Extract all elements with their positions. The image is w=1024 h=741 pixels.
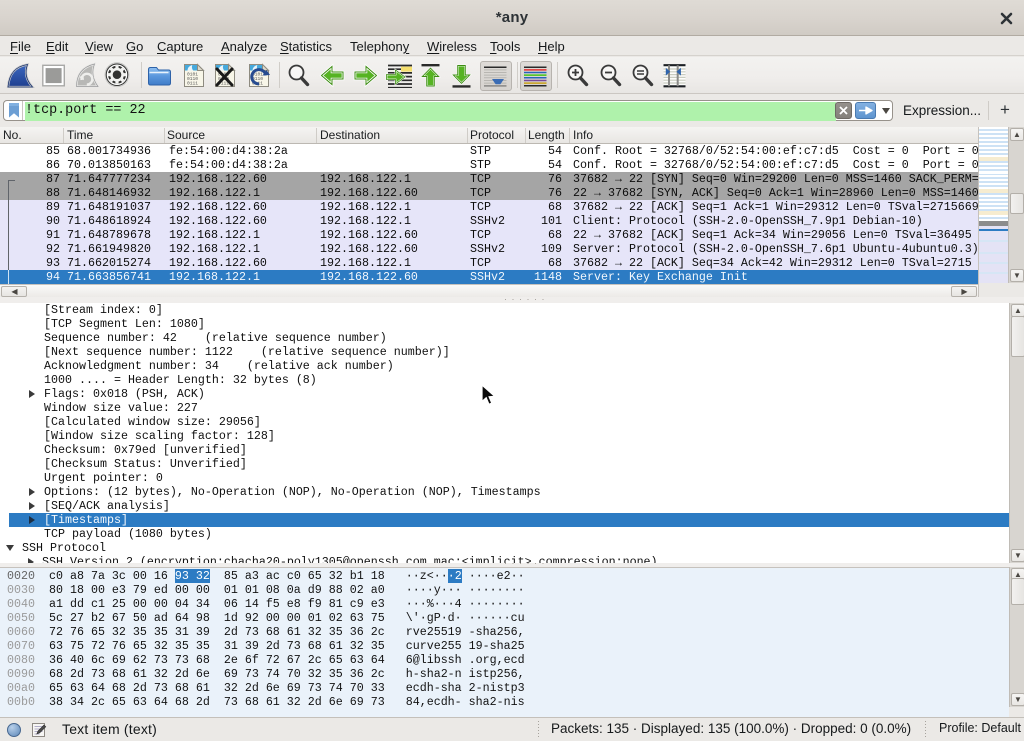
svg-text:0111: 0111 [187,81,198,87]
